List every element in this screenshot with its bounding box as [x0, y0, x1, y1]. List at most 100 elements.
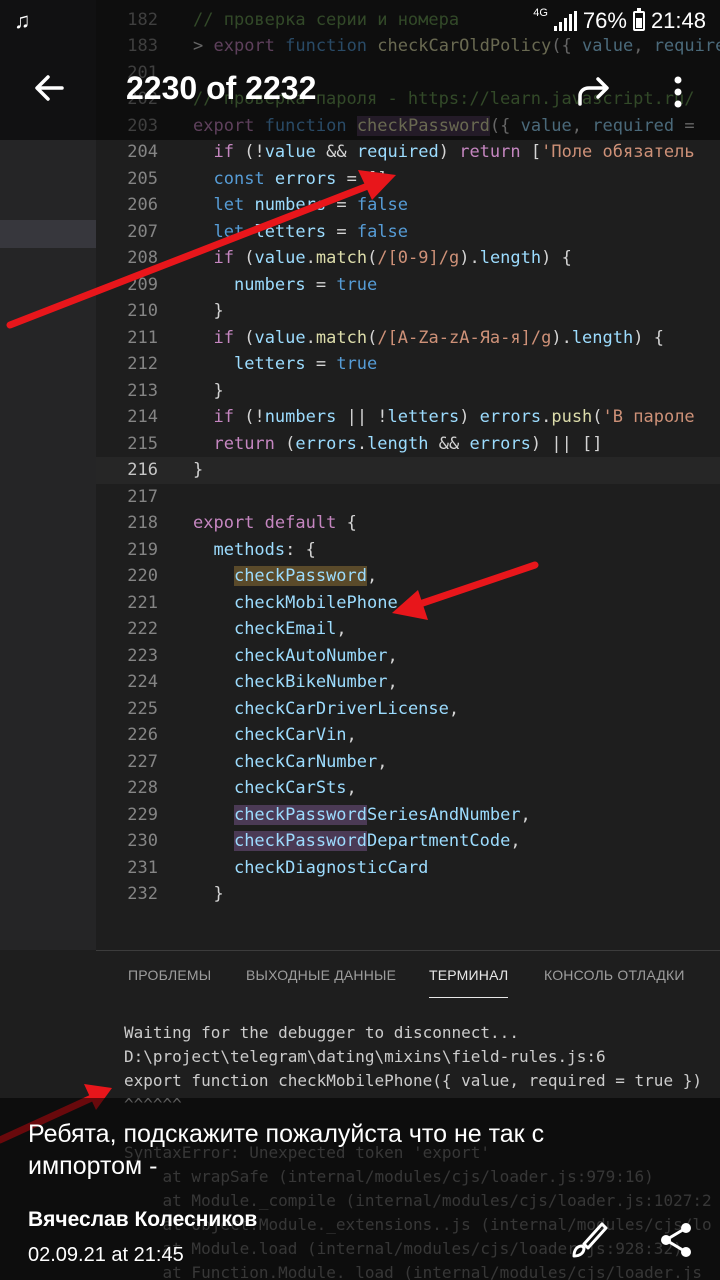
line-source: checkCarVin, [233, 725, 357, 745]
terminal-line: Waiting for the debugger to disconnect..… [124, 1023, 519, 1042]
code-line[interactable]: 219 methods: { [96, 537, 720, 564]
line-number: 213 [127, 380, 158, 401]
line-number: 221 [127, 592, 158, 613]
code-line[interactable]: 206 let numbers = false [96, 192, 720, 219]
code-line[interactable]: 212 letters = true [96, 351, 720, 378]
code-line[interactable]: 228 checkCarSts, [96, 775, 720, 802]
code-line[interactable]: 225 checkCarDriverLicense, [96, 696, 720, 723]
signal-icon [553, 11, 577, 31]
line-number: 209 [127, 274, 158, 295]
back-button[interactable] [28, 66, 72, 110]
code-line[interactable]: 205 const errors = [] [96, 166, 720, 193]
tab-output[interactable]: ВЫХОДНЫЕ ДАННЫЕ [246, 967, 396, 983]
battery-percent: 76% [582, 8, 627, 33]
code-area[interactable]: 181182// проверка серии и номера183> exp… [96, 0, 720, 950]
line-source: checkPasswordDepartmentCode, [233, 831, 521, 851]
code-line[interactable]: 223 checkAutoNumber, [96, 643, 720, 670]
code-editor: 181182// проверка серии и номера183> exp… [0, 0, 720, 950]
line-number: 227 [127, 751, 158, 772]
code-line[interactable]: 230 checkPasswordDepartmentCode, [96, 828, 720, 855]
code-line[interactable]: 218 export default { [96, 510, 720, 537]
tab-problems[interactable]: ПРОБЛЕМЫ [128, 967, 211, 983]
line-number: 204 [127, 142, 158, 162]
share-icon [661, 1223, 691, 1257]
line-number: 223 [127, 645, 158, 666]
line-number: 228 [127, 778, 158, 798]
network-type: 4G [533, 7, 548, 19]
code-line[interactable]: 215 return (errors.length && errors) || … [96, 431, 720, 458]
caption-overlay: Ребята, подскажите пожалуйста что не так… [0, 1098, 720, 1280]
forward-button[interactable] [572, 70, 616, 114]
code-line[interactable]: 216} [96, 457, 720, 484]
code-line[interactable]: 226 checkCarVin, [96, 722, 720, 749]
line-source: } [193, 460, 204, 480]
line-source: methods: { [213, 539, 316, 560]
line-source: checkEmail, [233, 619, 347, 639]
line-source: checkAutoNumber, [233, 645, 398, 666]
line-number: 219 [127, 539, 158, 560]
battery-icon [632, 8, 645, 31]
brush-icon [572, 1222, 608, 1258]
line-number: 212 [127, 354, 158, 374]
clock: 21:48 [650, 8, 706, 33]
line-source: checkCarNumber, [233, 751, 388, 772]
line-source: export default { [193, 513, 357, 533]
code-line[interactable]: 222 checkEmail, [96, 616, 720, 643]
line-number: 210 [127, 301, 158, 321]
line-number: 231 [127, 857, 158, 878]
forward-icon [578, 77, 609, 106]
line-number: 232 [127, 884, 158, 904]
code-line[interactable]: 208 if (value.match(/[0-9]/g).length) { [96, 245, 720, 272]
line-number: 214 [127, 407, 158, 427]
line-number: 230 [127, 831, 158, 851]
explorer-sidebar [0, 0, 96, 950]
code-line[interactable]: 224 checkBikeNumber, [96, 669, 720, 696]
message-caption: Ребята, подскажите пожалуйста что не так… [28, 1120, 545, 1180]
code-line[interactable]: 232 } [96, 881, 720, 908]
line-number: 220 [127, 566, 158, 586]
code-line[interactable]: 227 checkCarNumber, [96, 749, 720, 776]
line-number: 217 [127, 486, 158, 507]
code-line[interactable]: 213 } [96, 378, 720, 405]
line-number: 205 [127, 168, 158, 189]
code-line[interactable]: 229 checkPasswordSeriesAndNumber, [96, 802, 720, 829]
line-source: checkMobilePhone, [233, 592, 408, 613]
share-button[interactable] [654, 1218, 698, 1262]
more-options-button[interactable] [662, 70, 694, 114]
line-number: 206 [127, 195, 158, 215]
line-number: 216 [127, 460, 158, 480]
explorer-selected-item[interactable] [0, 220, 96, 248]
code-line[interactable]: 221 checkMobilePhone, [96, 590, 720, 617]
line-source: } [213, 301, 224, 321]
code-line[interactable]: 214 if (!numbers || !letters) errors.pus… [96, 404, 720, 431]
edit-button[interactable] [566, 1218, 610, 1262]
code-line[interactable]: 210 } [96, 298, 720, 325]
code-line[interactable]: 217 [96, 484, 720, 511]
line-source: if (!value && required) return ['Поле об… [213, 142, 695, 162]
line-number: 224 [127, 672, 158, 692]
code-line[interactable]: 204 if (!value && required) return ['Пол… [96, 139, 720, 166]
tab-terminal[interactable]: ТЕРМИНАЛ [429, 967, 509, 998]
line-number: 229 [127, 804, 158, 825]
line-source: checkCarDriverLicense, [233, 698, 460, 719]
line-source: checkCarSts, [233, 778, 357, 798]
terminal-line: export function checkMobilePhone({ value… [124, 1071, 702, 1090]
tab-debug-console[interactable]: КОНСОЛЬ ОТЛАДКИ [544, 967, 685, 983]
sender-name[interactable]: Вячеслав Колесников [28, 1208, 257, 1232]
line-source: if (value.match(/[A-Za-zA-Яа-я]/g).lengt… [213, 327, 664, 348]
status-bar: ♫ 4G 76% 21:48 [0, 0, 720, 40]
line-number: 218 [127, 513, 158, 533]
code-line[interactable]: 209 numbers = true [96, 272, 720, 299]
line-source: if (value.match(/[0-9]/g).length) { [213, 248, 572, 268]
line-source: if (!numbers || !letters) errors.push('В… [213, 407, 695, 427]
code-line[interactable]: 220 checkPassword, [96, 563, 720, 590]
code-line[interactable]: 231 checkDiagnosticCard [96, 855, 720, 882]
message-date: 02.09.21 at 21:45 [28, 1244, 184, 1266]
code-line[interactable]: 211 if (value.match(/[A-Za-zA-Яа-я]/g).l… [96, 325, 720, 352]
code-line[interactable]: 207 let letters = false [96, 219, 720, 246]
more-vertical-icon [674, 76, 682, 108]
line-source: numbers = true [233, 274, 378, 295]
line-source: checkPassword, [233, 566, 378, 586]
line-number: 225 [127, 698, 158, 719]
arrow-left-icon [35, 75, 64, 101]
